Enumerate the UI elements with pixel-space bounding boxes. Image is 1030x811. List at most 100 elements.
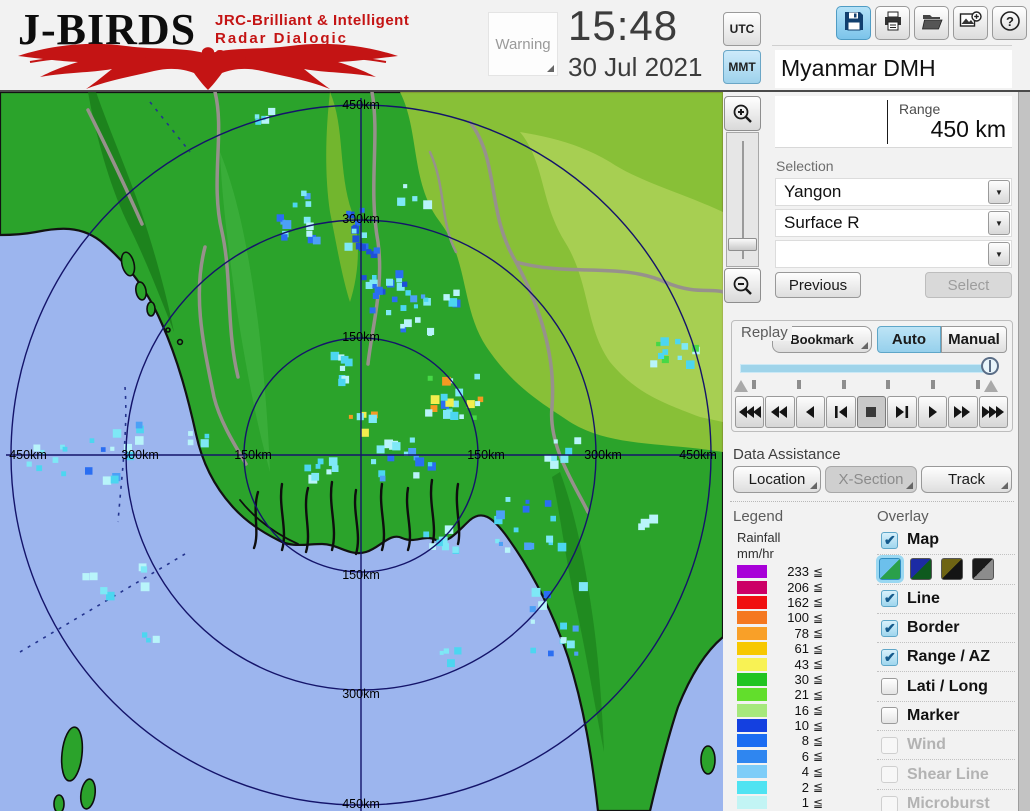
line-label: Line xyxy=(907,590,940,608)
rewind-fast-button[interactable] xyxy=(735,396,764,428)
replay-range-end-marker[interactable] xyxy=(984,380,998,392)
mmt-button[interactable]: MMT xyxy=(723,50,761,84)
site-dropdown[interactable]: Yangon ▼ xyxy=(775,178,1012,206)
play-reverse-button[interactable] xyxy=(796,396,825,428)
rewind-button[interactable] xyxy=(765,396,794,428)
x-section-button[interactable]: X-Section xyxy=(825,466,917,493)
option-dropdown[interactable]: ▼ xyxy=(775,240,1012,268)
line-checkbox[interactable] xyxy=(881,590,898,607)
site-dropdown-arrow-icon[interactable]: ▼ xyxy=(988,180,1010,204)
replay-label: Replay xyxy=(737,324,792,341)
legend-row: 43 ≦ xyxy=(737,656,857,671)
legend-color-swatch xyxy=(737,596,767,609)
range-az-checkbox[interactable] xyxy=(881,649,898,666)
map-style-swatch-2[interactable] xyxy=(910,558,932,580)
ring-label-n450: 450km xyxy=(342,98,380,112)
previous-button[interactable]: Previous xyxy=(775,272,861,298)
step-back-button[interactable] xyxy=(826,396,855,428)
overlay-label: Overlay xyxy=(877,508,929,525)
legend-overlay-divider xyxy=(730,501,1014,502)
logo-tagline-1: JRC-Brilliant & Intelligent xyxy=(215,12,409,29)
data-assistance-label: Data Assistance xyxy=(733,446,841,463)
legend-value: 2 xyxy=(777,780,809,795)
legend-leq-symbol: ≦ xyxy=(813,565,823,579)
legend-value: 8 xyxy=(777,733,809,748)
help-button[interactable]: ? xyxy=(992,6,1027,40)
track-label: Track xyxy=(948,471,985,488)
legend-color-swatch xyxy=(737,581,767,594)
map-style-swatch-1[interactable] xyxy=(879,558,901,580)
zoom-slider-handle[interactable] xyxy=(728,238,757,251)
shear-line-label: Shear Line xyxy=(907,766,989,784)
overlay-item-shear-line: Shear Line xyxy=(877,760,1015,789)
image-export-button[interactable] xyxy=(953,6,988,40)
border-checkbox[interactable] xyxy=(881,620,898,637)
legend-color-swatch xyxy=(737,642,767,655)
map-style-row xyxy=(877,555,1015,584)
map-checkbox[interactable] xyxy=(881,532,898,549)
auto-button[interactable]: Auto xyxy=(877,326,941,353)
forward-icon xyxy=(952,405,974,419)
replay-range-start-marker[interactable] xyxy=(734,380,748,392)
legend-color-swatch xyxy=(737,627,767,640)
utc-button[interactable]: UTC xyxy=(723,12,761,46)
overlay-item-range-az: Range / AZ xyxy=(877,643,1015,672)
legend-value: 43 xyxy=(777,657,809,672)
legend-leq-symbol: ≦ xyxy=(813,780,823,794)
location-label: Location xyxy=(749,471,806,488)
slider-tick xyxy=(797,380,801,389)
overlay-item-lati-long: Lati / Long xyxy=(877,672,1015,701)
print-icon xyxy=(882,10,904,37)
product-dropdown-value: Surface R xyxy=(784,213,860,233)
location-button[interactable]: Location xyxy=(733,466,821,493)
legend-color-swatch xyxy=(737,719,767,732)
legend-value: 21 xyxy=(777,687,809,702)
save-icon xyxy=(843,10,865,37)
wind-label: Wind xyxy=(907,736,946,754)
product-dropdown-arrow-icon[interactable]: ▼ xyxy=(988,211,1010,235)
option-dropdown-arrow-icon[interactable]: ▼ xyxy=(988,242,1010,266)
print-button[interactable] xyxy=(875,6,910,40)
step-forward-button[interactable] xyxy=(887,396,916,428)
panel-edge-strip[interactable] xyxy=(1018,0,1030,811)
manual-button[interactable]: Manual xyxy=(941,326,1007,353)
shear-line-checkbox xyxy=(881,766,898,783)
open-folder-button[interactable] xyxy=(914,6,949,40)
lati-long-checkbox[interactable] xyxy=(881,678,898,695)
legend-leq-symbol: ≦ xyxy=(813,734,823,748)
zoom-slider[interactable] xyxy=(726,132,759,267)
legend-row: 6 ≦ xyxy=(737,749,857,764)
eagle-icon xyxy=(16,42,401,90)
marker-checkbox[interactable] xyxy=(881,707,898,724)
forward-button[interactable] xyxy=(948,396,977,428)
slider-tick xyxy=(886,380,890,389)
stop-button[interactable] xyxy=(857,396,886,428)
product-dropdown[interactable]: Surface R ▼ xyxy=(775,209,1012,237)
map-style-swatch-3[interactable] xyxy=(941,558,963,580)
play-button[interactable] xyxy=(918,396,947,428)
replay-slider-handle[interactable] xyxy=(981,357,999,375)
replay-slider-track[interactable] xyxy=(740,364,990,373)
radar-map[interactable]: 450km 300km 150km 150km 300km 450km 450k… xyxy=(0,92,723,811)
ring-label-s150: 150km xyxy=(342,568,380,582)
track-button[interactable]: Track xyxy=(921,466,1012,493)
step-forward-icon xyxy=(891,405,913,419)
legend-value: 78 xyxy=(777,626,809,641)
forward-fast-button[interactable] xyxy=(979,396,1008,428)
legend-leq-symbol: ≦ xyxy=(813,595,823,609)
map-style-swatch-4[interactable] xyxy=(972,558,994,580)
overlay-list: MapLineBorderRange / AZLati / LongMarker… xyxy=(877,526,1015,811)
legend-color-swatch xyxy=(737,750,767,763)
warning-button[interactable]: Warning xyxy=(488,12,558,76)
save-button[interactable] xyxy=(836,6,871,40)
overlay-item-map: Map xyxy=(877,526,1015,555)
site-dropdown-value: Yangon xyxy=(784,182,841,202)
zoom-out-button[interactable] xyxy=(724,268,761,303)
legend-row: 30 ≦ xyxy=(737,672,857,687)
legend-value: 100 xyxy=(777,610,809,625)
zoom-in-button[interactable] xyxy=(724,96,761,131)
select-button[interactable]: Select xyxy=(925,272,1012,298)
ring-label-n150: 150km xyxy=(342,330,380,344)
utc-label: UTC xyxy=(730,22,755,36)
legend-value: 10 xyxy=(777,718,809,733)
